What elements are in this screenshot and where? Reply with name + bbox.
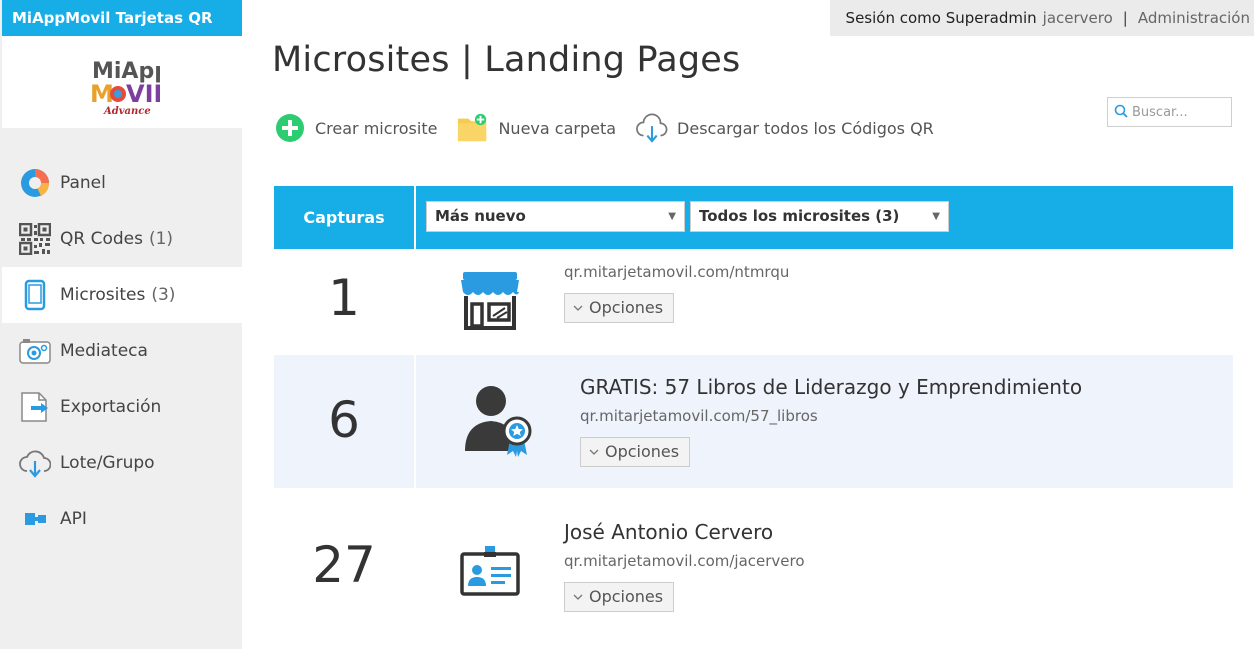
search-box <box>1107 97 1232 127</box>
sidebar-item-label: Exportación <box>60 397 162 417</box>
sidebar-item-qr-codes[interactable]: QR Codes (1) <box>0 211 242 267</box>
microsite-name[interactable]: GRATIS: 57 Libros de Liderazgo y Emprend… <box>580 375 1082 399</box>
brand-title[interactable]: MiAppMovil Tarjetas QR <box>2 0 242 36</box>
qr-code-icon <box>18 222 52 256</box>
microsite-url[interactable]: qr.mitarjetamovil.com/57_libros <box>580 407 818 425</box>
microsite-url[interactable]: qr.mitarjetamovil.com/jacervero <box>564 552 805 570</box>
sidebar-item-exportacion[interactable]: Exportación <box>0 379 242 435</box>
sidebar-item-label: Lote/Grupo <box>60 453 155 473</box>
options-button[interactable]: Opciones <box>564 582 675 612</box>
download-all-qr-label: Descargar todos los Códigos QR <box>677 118 934 138</box>
user-award-icon[interactable] <box>458 379 538 459</box>
sidebar: MiAppMovil Tarjetas QR MiApp M VIL Advan… <box>0 0 242 649</box>
store-icon[interactable] <box>450 259 530 339</box>
sidebar-item-label: QR Codes <box>60 229 143 249</box>
sidebar-item-count: (1) <box>148 229 174 249</box>
app-root: MiAppMovil Tarjetas QR MiApp M VIL Advan… <box>0 0 1254 649</box>
table-row: 6 GRATIS: 57 Libros de Liderazgo y Empre… <box>274 355 1233 488</box>
cloud-download-icon <box>18 446 52 480</box>
table-header: Capturas Más nuevo ▼ Todos los microsite… <box>274 186 1233 249</box>
header-divider <box>414 186 416 249</box>
svg-text:Advance: Advance <box>103 106 151 117</box>
search-icon <box>1114 103 1128 122</box>
search-input[interactable] <box>1132 104 1228 120</box>
api-icon <box>18 502 52 536</box>
sidebar-item-label: Mediateca <box>60 341 148 361</box>
options-button[interactable]: Opciones <box>580 437 691 467</box>
row-divider <box>414 488 416 649</box>
new-folder-button[interactable]: Nueva carpeta <box>457 112 616 144</box>
captures-count: 1 <box>328 269 360 327</box>
download-all-qr-button[interactable]: Descargar todos los Códigos QR <box>636 112 934 144</box>
create-microsite-label: Crear microsite <box>315 118 438 138</box>
options-label: Opciones <box>605 442 680 461</box>
sort-select[interactable]: Más nuevo ▼ <box>426 201 685 232</box>
sidebar-item-count: (3) <box>151 285 176 305</box>
captures-count: 6 <box>328 391 360 449</box>
logo-container: MiApp M VIL Advance <box>2 36 242 128</box>
svg-text:VIL: VIL <box>126 80 160 108</box>
row-divider <box>414 249 416 355</box>
folder-add-icon <box>457 112 489 144</box>
mobile-phone-icon <box>18 278 52 312</box>
sidebar-item-label: API <box>60 509 87 529</box>
table-row: 1 qr.mitarjetamovil.com/ntmrqu Opciones <box>274 249 1233 355</box>
pie-chart-icon <box>18 166 52 200</box>
session-bar: Sesión como Superadmin jacervero | Admin… <box>830 0 1254 36</box>
filter-select[interactable]: Todos los microsites (3) ▼ <box>690 201 949 232</box>
options-label: Opciones <box>589 298 664 317</box>
captures-count: 27 <box>312 536 376 594</box>
create-microsite-button[interactable]: Crear microsite <box>274 112 437 144</box>
app-logo[interactable]: MiApp M VIL Advance <box>88 56 160 118</box>
microsite-url[interactable]: qr.mitarjetamovil.com/ntmrqu <box>564 263 789 281</box>
plus-circle-icon <box>274 112 306 144</box>
caret-down-icon: ▼ <box>668 211 676 222</box>
options-label: Opciones <box>589 587 664 606</box>
id-card-icon[interactable] <box>450 530 530 610</box>
chevron-down-icon <box>573 594 583 600</box>
new-folder-label: Nueva carpeta <box>498 118 617 138</box>
chevron-down-icon <box>573 305 583 311</box>
sidebar-item-mediateca[interactable]: Mediateca <box>0 323 242 379</box>
captures-column-header[interactable]: Capturas <box>274 186 414 249</box>
options-button[interactable]: Opciones <box>564 293 675 323</box>
sidebar-nav: Panel QR Codes (1) Microsites (3) Mediat… <box>0 155 242 547</box>
table-row: 27 José Antonio Cervero qr.mitarjetamovi… <box>274 488 1233 649</box>
camera-icon <box>18 334 52 368</box>
row-divider <box>414 355 416 488</box>
session-label: Sesión como Superadmin <box>845 9 1037 27</box>
sidebar-item-panel[interactable]: Panel <box>0 155 242 211</box>
export-icon <box>18 390 52 424</box>
admin-link[interactable]: Administración <box>1138 9 1250 27</box>
sidebar-item-api[interactable]: API <box>0 491 242 547</box>
session-user-link[interactable]: jacervero <box>1043 9 1113 27</box>
chevron-down-icon <box>589 449 599 455</box>
session-separator: | <box>1122 9 1128 27</box>
cloud-download-icon <box>636 112 668 144</box>
page-title: Microsites | Landing Pages <box>272 40 741 80</box>
sidebar-item-microsites[interactable]: Microsites (3) <box>2 267 242 323</box>
sidebar-item-lote-grupo[interactable]: Lote/Grupo <box>0 435 242 491</box>
toolbar-actions: Crear microsite Nueva carpeta Descargar … <box>274 112 954 144</box>
microsite-name[interactable]: José Antonio Cervero <box>564 520 773 544</box>
filter-select-value: Todos los microsites (3) <box>699 207 900 225</box>
sort-select-value: Más nuevo <box>435 207 526 225</box>
sidebar-item-label: Microsites <box>60 285 146 305</box>
sidebar-item-label: Panel <box>60 173 106 193</box>
caret-down-icon: ▼ <box>932 211 940 222</box>
